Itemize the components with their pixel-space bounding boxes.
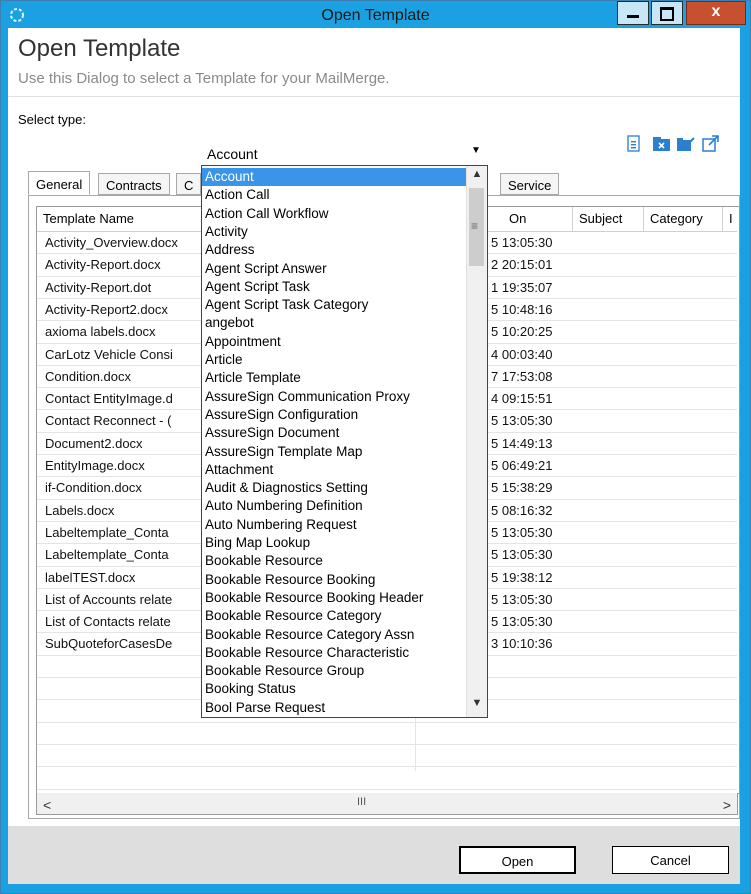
dropdown-option[interactable]: Account — [202, 168, 466, 186]
dropdown-option[interactable]: Bookable Resource Category — [202, 607, 466, 625]
column-header-i[interactable]: I — [723, 207, 739, 231]
title-bar[interactable]: Open Template x — [1, 1, 750, 29]
dropdown-option[interactable]: Bookable Resource Category Assn — [202, 626, 466, 644]
dropdown-option[interactable]: Article Template — [202, 369, 466, 387]
cancel-button[interactable]: Cancel — [612, 846, 729, 874]
dropdown-option[interactable]: Bool Parse Request — [202, 699, 466, 717]
maximize-icon — [660, 7, 674, 21]
dropdown-option[interactable]: Attachment — [202, 461, 466, 479]
row-divider — [37, 789, 737, 790]
dropdown-option[interactable]: Bookable Resource — [202, 552, 466, 570]
scroll-down-icon[interactable]: ▼ — [467, 697, 487, 715]
minimize-icon — [627, 15, 639, 18]
dropdown-option[interactable]: Bookable Resource Booking — [202, 571, 466, 589]
select-type-label: Select type: — [18, 112, 86, 127]
dropdown-option[interactable]: Activity — [202, 223, 466, 241]
row-divider — [37, 722, 737, 723]
page-title: Open Template — [18, 35, 181, 62]
delete-icon[interactable] — [652, 135, 672, 153]
dropdown-option[interactable]: AssureSign Template Map — [202, 443, 466, 461]
edit-icon[interactable] — [676, 135, 696, 153]
dropdown-option[interactable]: Booking Status — [202, 680, 466, 698]
select-type-value: Account — [207, 146, 258, 162]
dropdown-option[interactable]: Bookable Resource Group — [202, 662, 466, 680]
dropdown-option[interactable]: Appointment — [202, 333, 466, 351]
dropdown-option[interactable]: Bookable Resource Booking Header — [202, 589, 466, 607]
grip-icon: ≡ — [471, 219, 479, 233]
tab-service[interactable]: Service — [500, 173, 560, 195]
scrollbar-thumb[interactable]: III — [357, 796, 366, 808]
dropdown-scrollbar[interactable]: ▲ ≡ ▼ — [466, 166, 487, 717]
select-type-dropdown-list[interactable]: Account Action Call Action Call Workflow Ac… — [201, 165, 488, 718]
close-button[interactable]: x — [686, 1, 746, 25]
row-divider — [37, 744, 737, 745]
header-divider — [8, 96, 740, 97]
horizontal-scrollbar[interactable]: < III > — [36, 793, 738, 815]
dropdown-option[interactable]: angebot — [202, 314, 466, 332]
document-icon[interactable] — [624, 135, 644, 153]
dropdown-option[interactable]: AssureSign Communication Proxy — [202, 388, 466, 406]
column-header-subject[interactable]: Subject — [573, 207, 644, 231]
dropdown-option[interactable]: Action Call — [202, 186, 466, 204]
dropdown-option[interactable]: Agent Script Answer — [202, 260, 466, 278]
dropdown-option[interactable]: Auto Numbering Definition — [202, 497, 466, 515]
scroll-up-icon[interactable]: ▲ — [467, 168, 487, 186]
dropdown-option[interactable]: Audit & Diagnostics Setting — [202, 479, 466, 497]
minimize-button[interactable] — [617, 1, 649, 25]
open-button[interactable]: Open — [459, 846, 576, 874]
dropdown-option[interactable]: Action Call Workflow — [202, 205, 466, 223]
column-header-category[interactable]: Category — [644, 207, 723, 231]
dropdown-option[interactable]: Auto Numbering Request — [202, 516, 466, 534]
tab-general[interactable]: General — [28, 171, 91, 195]
dropdown-option[interactable]: Agent Script Task Category — [202, 296, 466, 314]
close-icon: x — [711, 3, 721, 20]
dropdown-option[interactable]: Bookable Resource Characteristic — [202, 644, 466, 662]
dropdown-option[interactable]: Address — [202, 241, 466, 259]
maximize-button[interactable] — [651, 1, 683, 25]
scroll-left-icon[interactable]: < — [43, 797, 51, 813]
dropdown-option[interactable]: AssureSign Configuration — [202, 406, 466, 424]
tab-c[interactable]: C — [176, 173, 201, 195]
page-description: Use this Dialog to select a Template for… — [18, 70, 390, 87]
dropdown-option[interactable]: Article — [202, 351, 466, 369]
chevron-down-icon[interactable]: ▼ — [471, 145, 481, 156]
select-type-combobox[interactable]: Account ▼ — [201, 138, 489, 162]
dropdown-option[interactable]: AssureSign Document — [202, 424, 466, 442]
dropdown-option[interactable]: Agent Script Task — [202, 278, 466, 296]
tab-contracts[interactable]: Contracts — [98, 173, 170, 195]
row-divider — [37, 766, 737, 767]
dropdown-option[interactable]: Bing Map Lookup — [202, 534, 466, 552]
scroll-right-icon[interactable]: > — [723, 797, 731, 813]
external-link-icon[interactable] — [701, 135, 721, 153]
